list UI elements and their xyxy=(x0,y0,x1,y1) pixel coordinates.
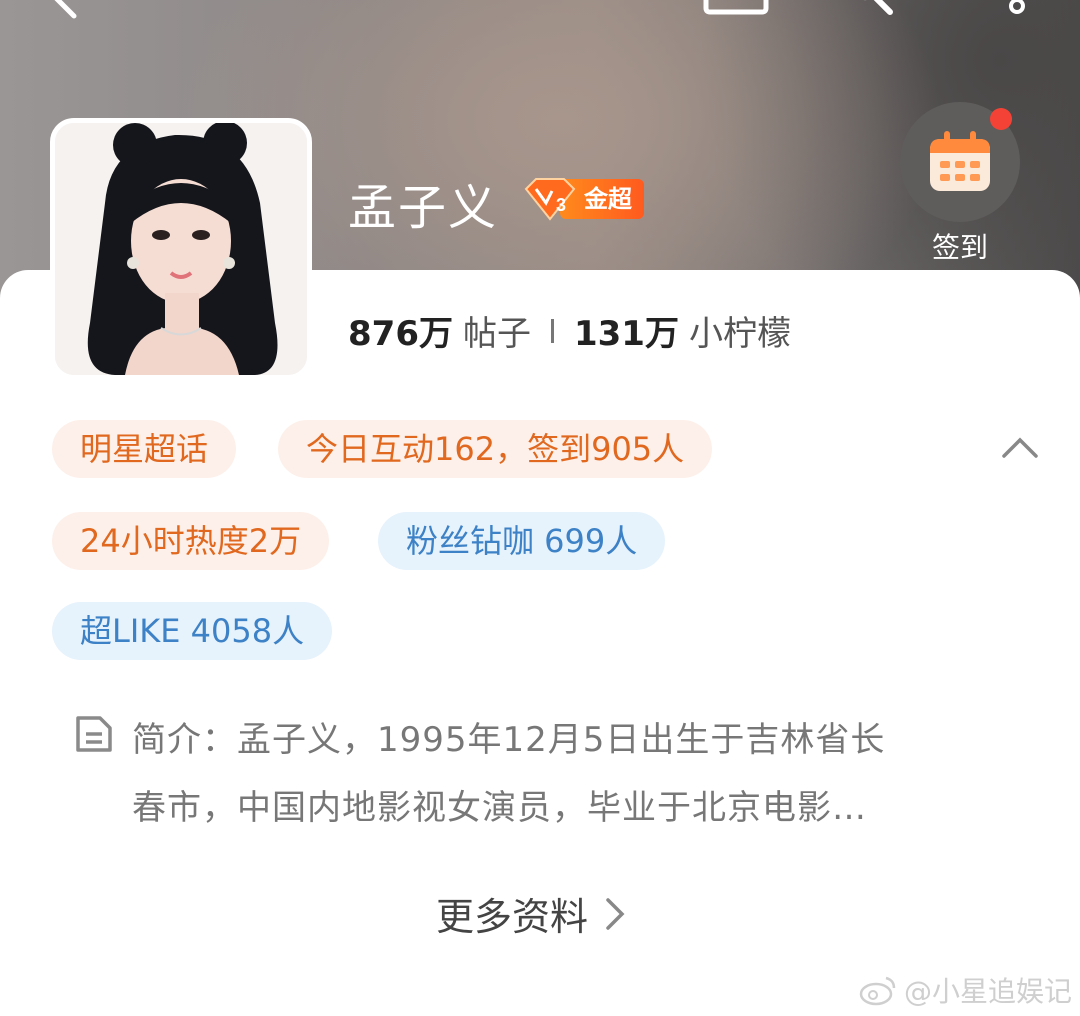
share-icon[interactable] xyxy=(700,0,772,16)
avatar[interactable] xyxy=(50,118,312,380)
weibo-icon xyxy=(859,976,896,1006)
topic-name: 孟子义 xyxy=(348,180,499,236)
tag-today-activity[interactable]: 今日互动162，签到905人 xyxy=(278,420,713,478)
watermark-text: @小星追娱记 xyxy=(904,975,1073,1008)
checkin-label[interactable]: 签到 xyxy=(900,226,1020,266)
stats-divider xyxy=(550,318,554,343)
intro-text[interactable]: 简介：孟子义，1995年12月5日出生于吉林省长 春市，中国内地影视女演员，毕业… xyxy=(132,706,962,842)
posts-unit: 帖子 xyxy=(462,314,531,354)
calendar-icon xyxy=(930,131,990,191)
tag-super-like[interactable]: 超LIKE 4058人 xyxy=(52,602,333,660)
chevron-up-icon[interactable] xyxy=(1000,432,1040,462)
intro-label: 简介： xyxy=(132,720,237,760)
intro-line-1: 孟子义，1995年12月5日出生于吉林省长 xyxy=(237,720,886,760)
diamond-icon: 3 xyxy=(524,178,576,221)
posts-count: 876万 xyxy=(348,314,453,354)
intro-line-2: 春市，中国内地影视女演员，毕业于北京电影… xyxy=(132,788,867,828)
chevron-right-icon xyxy=(606,897,625,930)
tag-star-topic[interactable]: 明星超话 xyxy=(52,420,237,478)
back-icon[interactable] xyxy=(48,0,88,20)
svg-text:3: 3 xyxy=(556,195,566,215)
fans-count: 131万 xyxy=(573,314,679,354)
fans-unit: 小柠檬 xyxy=(688,314,791,354)
more-info-label: 更多资料 xyxy=(436,895,589,939)
level-badge[interactable]: 3 金超 xyxy=(522,178,644,221)
more-icon[interactable] xyxy=(1000,0,1034,16)
document-icon xyxy=(76,716,112,752)
tag-24h-heat[interactable]: 24小时热度2万 xyxy=(52,512,330,570)
search-icon[interactable] xyxy=(840,0,900,18)
watermark: @小星追娱记 xyxy=(858,970,1072,1010)
tag-fan-diamond[interactable]: 粉丝钻咖 699人 xyxy=(378,512,666,570)
more-info-button[interactable]: 更多资料 xyxy=(436,886,630,941)
stats-row: 876万 帖子 131万 小柠檬 xyxy=(348,306,791,355)
notification-dot xyxy=(990,108,1012,130)
